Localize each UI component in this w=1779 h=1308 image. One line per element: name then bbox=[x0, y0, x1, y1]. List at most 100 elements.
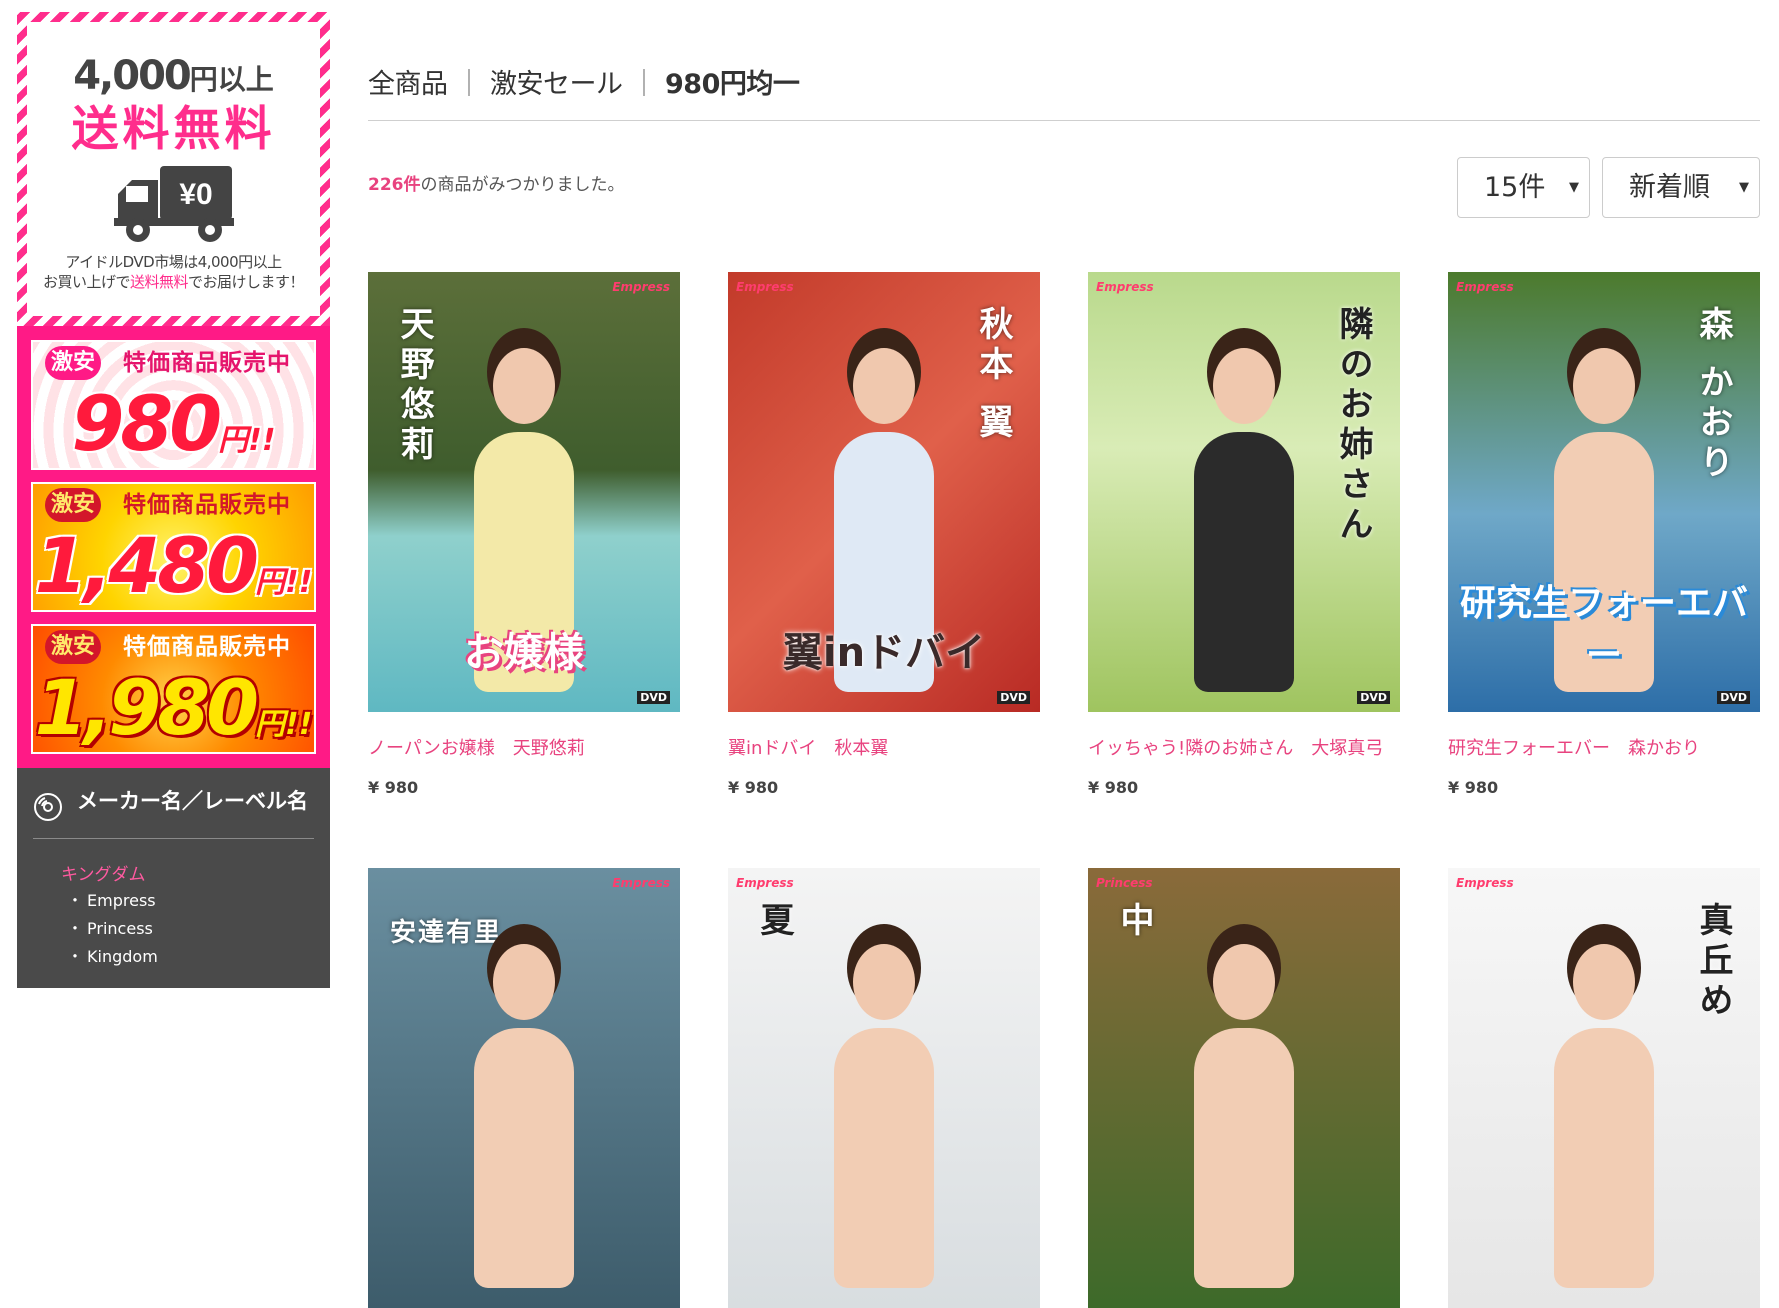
product-cover-image[interactable]: Empress 隣のお姉さん DVD bbox=[1088, 272, 1400, 712]
product-cover-image[interactable]: Empress 夏 bbox=[728, 868, 1040, 1308]
disc-icon bbox=[33, 792, 63, 822]
promo-heading: 特価商品販売中 bbox=[123, 492, 291, 518]
model-figure bbox=[1189, 944, 1299, 1288]
maker-item-kingdom-child[interactable]: Kingdom bbox=[67, 943, 314, 971]
promo-tag: 激安 bbox=[45, 630, 102, 664]
product-cover-image[interactable]: Empress 秋本 翼 翼inドバイ DVD bbox=[728, 272, 1040, 712]
result-text: の商品がみつかりました。 bbox=[420, 175, 625, 195]
product-price: ¥ 980 bbox=[728, 778, 779, 797]
truck-icon: ¥0 bbox=[113, 164, 234, 246]
shipping-note-pre: お買い上げで bbox=[42, 273, 131, 291]
shipping-note-post: でお届けします！ bbox=[188, 273, 305, 291]
result-count: 226件 bbox=[368, 175, 421, 195]
maker-item-empress[interactable]: Empress bbox=[67, 887, 314, 915]
model-figure bbox=[469, 944, 579, 1288]
product-name[interactable]: イッちゃう!隣のお姉さん 大塚真弓 bbox=[1088, 734, 1400, 760]
sort-select[interactable]: 新着順 ▼ bbox=[1602, 157, 1760, 218]
model-figure bbox=[1549, 944, 1659, 1288]
maker-sublist: Empress Princess Kingdom bbox=[67, 887, 314, 971]
brand-logo: Empress bbox=[736, 876, 794, 890]
product-card[interactable]: Empress 夏 bbox=[728, 868, 1040, 1308]
maker-item-princess[interactable]: Princess bbox=[67, 915, 314, 943]
breadcrumb-current: 980円均一 bbox=[665, 69, 800, 100]
product-cover-image[interactable]: Empress 天野悠莉 お嬢様 DVD bbox=[368, 272, 680, 712]
cover-title: 翼inドバイ bbox=[782, 630, 986, 676]
product-cover-image[interactable]: Empress 安達有里 bbox=[368, 868, 680, 1308]
header-divider bbox=[368, 120, 1760, 121]
promo-heading: 特価商品販売中 bbox=[123, 350, 291, 376]
promo-panel: 激安 特価商品販売中 980円!! 激安 特価商品販売中 1,480円!! 激安… bbox=[17, 326, 330, 768]
result-count-number: 226 bbox=[368, 175, 404, 195]
sidebar: 4,000円以上 送料無料 ¥0 アイドルDVD市場は4,000円以上 お買い上… bbox=[17, 12, 330, 988]
promo-banner-1980[interactable]: 激安 特価商品販売中 1,980円!! bbox=[31, 624, 316, 754]
breadcrumb-all-products[interactable]: 全商品 bbox=[368, 69, 448, 100]
cover-vertical-title: 夏 bbox=[754, 902, 794, 942]
brand-logo: Empress bbox=[612, 876, 670, 890]
product-name[interactable]: ノーパンお嬢様 天野悠莉 bbox=[368, 734, 680, 760]
maker-label-box: メーカー名／レーベル名 キングダム Empress Princess Kingd… bbox=[17, 768, 330, 988]
product-card[interactable]: Empress 天野悠莉 お嬢様 DVD ノーパンお嬢様 天野悠莉 ¥ 980 bbox=[368, 272, 680, 797]
product-card[interactable]: Empress 森 かおり 研究生フォーエバー DVD 研究生フォーエバー 森か… bbox=[1448, 272, 1760, 797]
maker-title: メーカー名／レーベル名 bbox=[33, 790, 314, 839]
brand-logo: Empress bbox=[612, 280, 670, 294]
promo-banner-1480[interactable]: 激安 特価商品販売中 1,480円!! bbox=[31, 482, 316, 612]
product-name[interactable]: 研究生フォーエバー 森かおり bbox=[1448, 734, 1760, 760]
product-card[interactable]: Empress 安達有里 bbox=[368, 868, 680, 1308]
product-card[interactable]: Empress 真丘め bbox=[1448, 868, 1760, 1308]
promo-banner-980[interactable]: 激安 特価商品販売中 980円!! bbox=[31, 340, 316, 470]
product-price: ¥ 980 bbox=[1448, 778, 1499, 797]
shipping-note-line2: お買い上げで送料無料でお届けします！ bbox=[27, 272, 320, 292]
cover-vertical-title: 中 bbox=[1114, 902, 1154, 942]
product-card[interactable]: Empress 秋本 翼 翼inドバイ DVD 翼inドバイ 秋本翼 ¥ 980 bbox=[728, 272, 1040, 797]
cover-vertical-title: 天野悠莉 bbox=[394, 306, 434, 466]
promo-price-suffix: 円!! bbox=[218, 423, 276, 458]
promo-price: 1,480円!! bbox=[33, 521, 314, 610]
promo-price: 980円!! bbox=[33, 379, 314, 468]
chevron-down-icon: ▼ bbox=[1569, 180, 1579, 195]
main-content: 全商品｜激安セール｜ 980円均一 226件の商品がみつかりました。 15件 ▼ … bbox=[368, 0, 1760, 1308]
shipping-note: アイドルDVD市場は4,000円以上 お買い上げで送料無料でお届けします！ bbox=[27, 252, 320, 292]
product-card[interactable]: Princess 中 bbox=[1088, 868, 1400, 1308]
model-figure bbox=[1189, 348, 1299, 692]
dvd-video-logo: DVD bbox=[637, 691, 670, 704]
truck-price-label: ¥0 bbox=[179, 178, 212, 211]
product-cover-image[interactable]: Empress 森 かおり 研究生フォーエバー DVD bbox=[1448, 272, 1760, 712]
promo-price-suffix: 円!! bbox=[255, 565, 313, 600]
breadcrumb-sale[interactable]: 激安セール bbox=[490, 69, 623, 100]
free-shipping-banner[interactable]: 4,000円以上 送料無料 ¥0 アイドルDVD市場は4,000円以上 お買い上… bbox=[17, 12, 330, 326]
promo-price-value: 980 bbox=[71, 379, 222, 468]
shipping-threshold: 4,000円以上 bbox=[27, 54, 320, 102]
shipping-note-highlight: 送料無料 bbox=[129, 273, 189, 291]
maker-title-text: メーカー名／レーベル名 bbox=[77, 789, 308, 813]
cover-title: 研究生フォーエバー bbox=[1459, 583, 1748, 676]
result-count-unit: 件 bbox=[403, 175, 421, 195]
brand-logo: Empress bbox=[1456, 280, 1514, 294]
brand-logo: Empress bbox=[736, 280, 794, 294]
product-price: ¥ 980 bbox=[368, 778, 419, 797]
cover-title: お嬢様 bbox=[464, 630, 584, 676]
per-page-value: 15件 bbox=[1484, 172, 1546, 203]
product-card[interactable]: Empress 隣のお姉さん DVD イッちゃう!隣のお姉さん 大塚真弓 ¥ 9… bbox=[1088, 272, 1400, 797]
free-shipping-banner-inner: 4,000円以上 送料無料 ¥0 アイドルDVD市場は4,000円以上 お買い上… bbox=[27, 22, 320, 316]
product-cover-image[interactable]: Empress 真丘め bbox=[1448, 868, 1760, 1308]
sort-value: 新着順 bbox=[1629, 172, 1710, 203]
dvd-video-logo: DVD bbox=[1717, 691, 1750, 704]
brand-logo: Empress bbox=[1456, 876, 1514, 890]
cover-vertical-title: 隣のお姉さん bbox=[1333, 306, 1373, 546]
promo-tag: 激安 bbox=[45, 488, 102, 522]
promo-tag: 激安 bbox=[45, 346, 102, 380]
brand-logo: Princess bbox=[1096, 876, 1153, 890]
promo-price-value: 1,480 bbox=[34, 521, 259, 610]
maker-item-kingdom[interactable]: キングダム bbox=[61, 865, 314, 885]
shipping-note-line1: アイドルDVD市場は4,000円以上 bbox=[65, 253, 282, 271]
breadcrumb-separator: ｜ bbox=[455, 69, 483, 100]
shipping-threshold-suffix: 円以上 bbox=[189, 63, 274, 96]
product-price: ¥ 980 bbox=[1088, 778, 1139, 797]
cover-vertical-title: 秋本 翼 bbox=[973, 306, 1013, 444]
dvd-video-logo: DVD bbox=[997, 691, 1030, 704]
product-name[interactable]: 翼inドバイ 秋本翼 bbox=[728, 734, 1040, 760]
per-page-select[interactable]: 15件 ▼ bbox=[1457, 157, 1590, 218]
promo-price-suffix: 円!! bbox=[255, 707, 313, 742]
chevron-down-icon: ▼ bbox=[1739, 180, 1749, 195]
product-cover-image[interactable]: Princess 中 bbox=[1088, 868, 1400, 1308]
